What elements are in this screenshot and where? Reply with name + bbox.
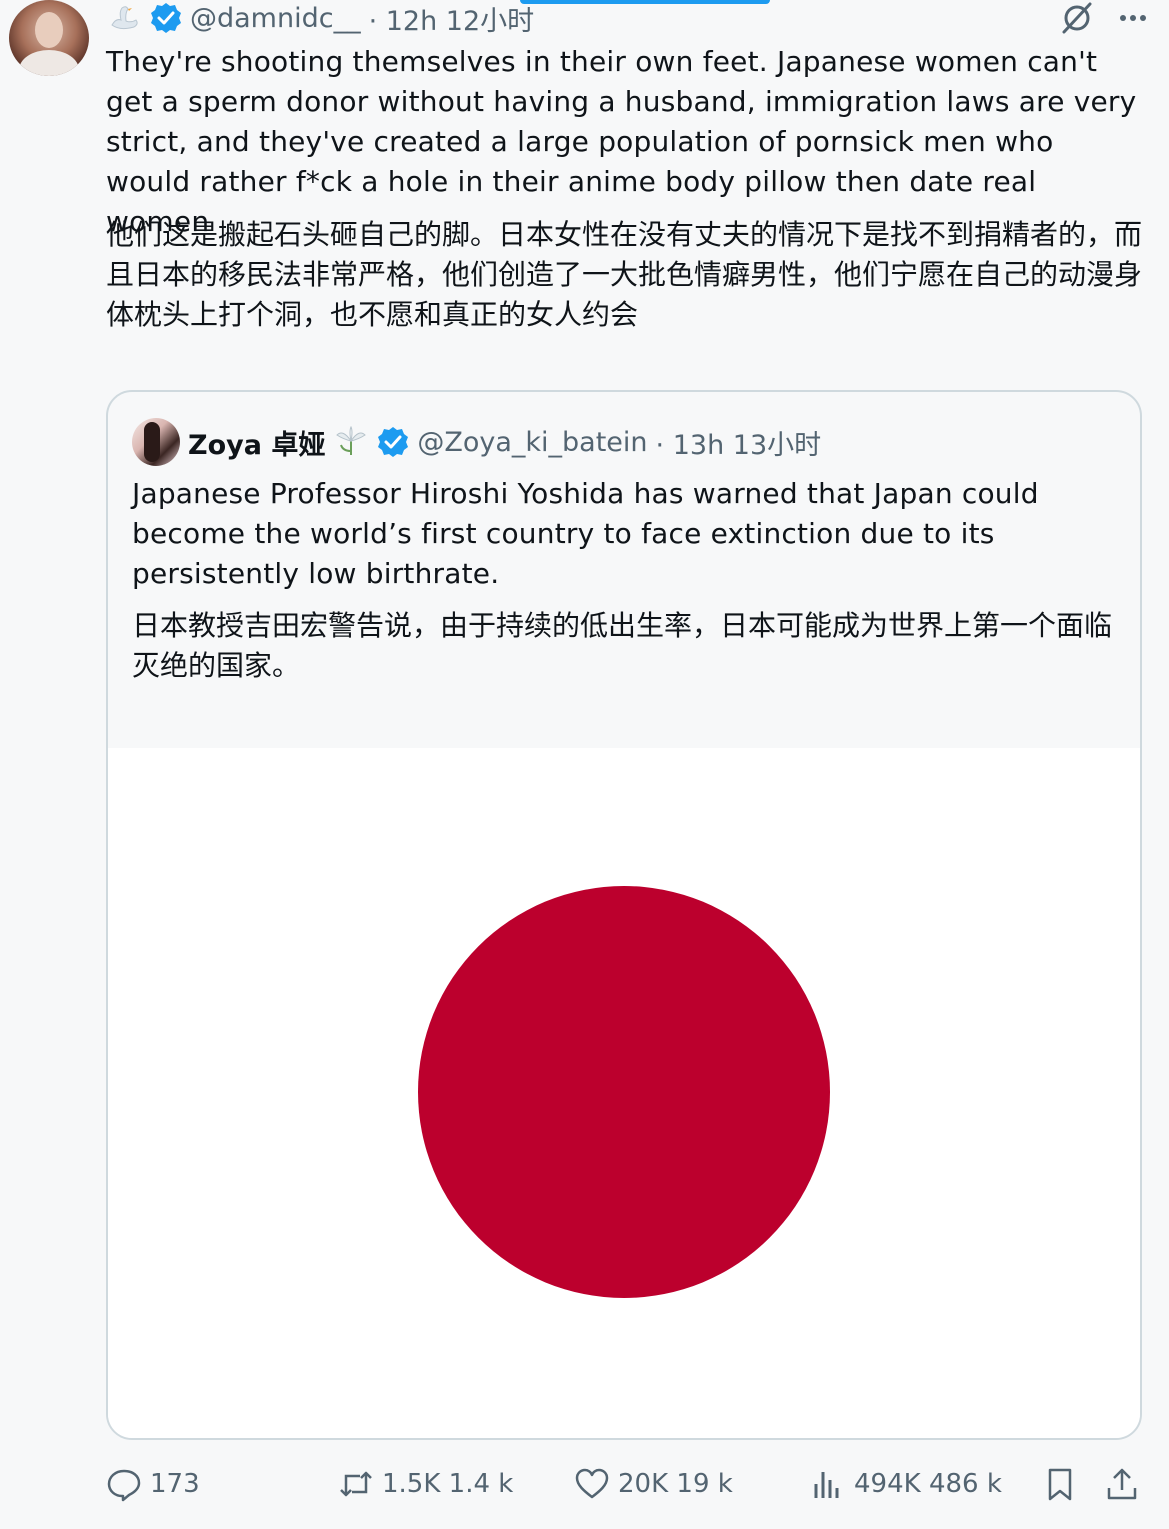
post-time[interactable]: · 12h 12小时 — [369, 0, 535, 38]
views-count: 494K 486 k — [854, 1469, 1002, 1499]
avatar-shirt — [19, 50, 79, 76]
quoted-post-time[interactable]: · 13h 13小时 — [656, 423, 822, 462]
post-text: They're shooting themselves in their own… — [106, 45, 1137, 238]
quoted-author-handle[interactable]: @Zoya_ki_batein — [417, 427, 647, 458]
reply-button[interactable]: 173 — [106, 1462, 200, 1506]
bookmark-icon — [1048, 1468, 1072, 1501]
reply-count: 173 — [150, 1469, 200, 1499]
like-icon — [575, 1468, 609, 1499]
flag-red-disc — [418, 886, 830, 1298]
grok-icon[interactable] — [1059, 0, 1095, 36]
like-count: 20K 19 k — [618, 1469, 733, 1499]
avatar-face — [35, 12, 63, 48]
author-avatar[interactable] — [9, 0, 89, 76]
share-button[interactable] — [1104, 1462, 1140, 1506]
repost-button[interactable]: 1.5K 1.4 k — [338, 1462, 513, 1506]
share-icon — [1107, 1468, 1137, 1500]
lily-icon — [333, 425, 369, 459]
quoted-post[interactable]: Zoya 卓娅 @Zoya_ki_batein · 13h 13小时 Japan… — [106, 390, 1142, 1440]
quoted-post-text: Japanese Professor Hiroshi Yoshida has w… — [132, 477, 1039, 590]
reply-icon — [107, 1469, 141, 1502]
repost-icon — [340, 1471, 372, 1497]
avatar-hair — [144, 422, 160, 462]
views-button[interactable]: 494K 486 k — [810, 1462, 1002, 1506]
quoted-post-header: Zoya 卓娅 @Zoya_ki_batein · 13h 13小时 — [132, 418, 821, 466]
new-posts-indicator[interactable] — [520, 0, 770, 4]
post-header-actions — [1059, 0, 1151, 36]
post-actions: 173 1.5K 1.4 k 20K 19 k 494K 486 k — [106, 1462, 1146, 1506]
author-handle[interactable]: @damnidc__ — [190, 3, 361, 34]
views-icon — [814, 1472, 839, 1498]
verified-icon — [377, 426, 409, 458]
post-header: @damnidc__ · 12h 12小时 — [106, 0, 535, 38]
bookmark-button[interactable] — [1042, 1462, 1078, 1506]
quoted-author-avatar[interactable] — [132, 418, 180, 466]
japan-flag-image[interactable] — [108, 748, 1140, 1438]
swan-icon — [106, 3, 142, 33]
verified-icon — [150, 2, 182, 34]
post-translation: 他们这是搬起石头砸自己的脚。日本女性在没有丈夫的情况下是找不到捐精者的，而且日本… — [106, 218, 1143, 331]
quoted-post-translation: 日本教授吉田宏警告说，由于持续的低出生率，日本可能成为世界上第一个面临灭绝的国家… — [132, 609, 1113, 682]
repost-count: 1.5K 1.4 k — [382, 1469, 514, 1499]
quoted-author-name[interactable]: Zoya 卓娅 — [188, 423, 325, 462]
like-button[interactable]: 20K 19 k — [574, 1462, 733, 1506]
more-icon[interactable] — [1115, 0, 1151, 36]
